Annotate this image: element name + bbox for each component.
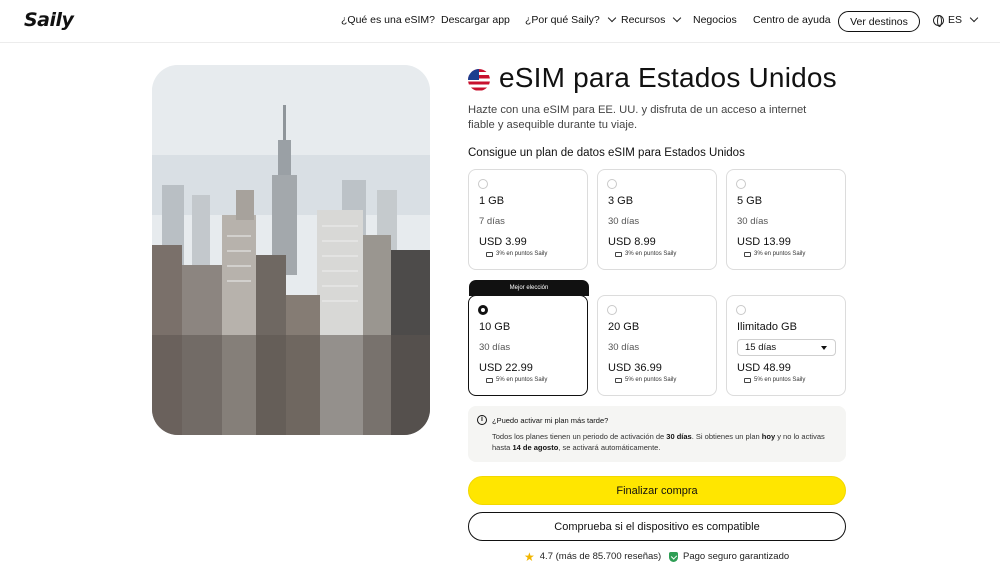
chevron-down-icon xyxy=(969,13,979,23)
chevron-down-icon xyxy=(607,13,616,23)
plan-card-10gb[interactable]: Mejor elección 10 GB 30 días USD 22.99 5… xyxy=(468,280,589,396)
nav-label: Negocios xyxy=(693,14,737,26)
page-title: eSIM para Estados Unidos xyxy=(499,62,837,93)
plan-points-label: 3% en puntos Saily xyxy=(496,251,548,257)
plan-radio[interactable] xyxy=(736,179,746,189)
shield-check-icon xyxy=(669,551,678,562)
plan-duration: 30 días xyxy=(479,342,511,353)
points-icon xyxy=(744,377,751,383)
nav-recursos[interactable]: Recursos xyxy=(621,13,682,26)
plan-points: 3% en puntos Saily xyxy=(615,251,676,257)
info-text: , se activará automáticamente. xyxy=(558,443,661,452)
info-bold: hoy xyxy=(761,432,776,441)
ver-destinos-button[interactable]: Ver destinos xyxy=(838,11,920,32)
duration-select[interactable]: 15 días xyxy=(737,339,836,356)
plan-card-unlimited[interactable]: Ilimitado GB 15 días USD 48.99 5% en pun… xyxy=(726,295,846,396)
nav-centro-ayuda[interactable]: Centro de ayuda xyxy=(753,14,831,26)
points-icon xyxy=(615,251,622,257)
plan-radio[interactable] xyxy=(607,305,617,315)
saily-logo[interactable]: Saily xyxy=(24,9,74,31)
page-subtitle: Hazte con una eSIM para EE. UU. y disfru… xyxy=(468,104,807,131)
language-label: ES xyxy=(948,14,963,26)
nav-por-que-saily[interactable]: ¿Por qué Saily? xyxy=(525,13,616,26)
plan-data-amount: 10 GB xyxy=(479,321,511,333)
points-icon xyxy=(744,251,751,257)
site-header: Saily ¿Qué es una eSIM? Descargar app ¿P… xyxy=(0,0,1000,43)
plan-data-amount: 20 GB xyxy=(608,321,640,333)
nav-que-es-esim[interactable]: ¿Qué es una eSIM? xyxy=(341,14,435,26)
finalizar-compra-button[interactable]: Finalizar compra xyxy=(468,476,846,505)
check-compatibility-button[interactable]: Comprueba si el dispositivo es compatibl… xyxy=(468,512,846,541)
info-question: ¿Puedo activar mi plan más tarde? xyxy=(492,416,609,425)
star-icon: ★ xyxy=(524,549,535,564)
info-icon: i xyxy=(477,415,487,425)
plan-data-amount: 5 GB xyxy=(737,195,763,207)
nav-label: Descargar app xyxy=(441,14,510,26)
plan-duration: 30 días xyxy=(608,216,640,227)
nav-negocios[interactable]: Negocios xyxy=(693,14,737,26)
plan-radio[interactable] xyxy=(736,305,746,315)
info-bold: 14 de agosto xyxy=(512,443,559,452)
plan-points-label: 5% en puntos Saily xyxy=(625,377,677,383)
plan-points: 3% en puntos Saily xyxy=(744,251,805,257)
plan-duration: 30 días xyxy=(737,216,769,227)
language-selector[interactable]: ES xyxy=(933,13,979,27)
points-icon xyxy=(486,251,493,257)
plans-section-title: Consigue un plan de datos eSIM para Esta… xyxy=(468,147,745,159)
plan-price: USD 36.99 xyxy=(608,362,662,374)
skyline-illustration xyxy=(152,65,430,435)
plan-points-label: 3% en puntos Saily xyxy=(754,251,806,257)
best-choice-badge: Mejor elección xyxy=(469,280,589,296)
rating: ★ 4.7 (más de 85.700 reseñas) xyxy=(524,549,662,564)
plan-points: 3% en puntos Saily xyxy=(486,251,547,257)
plan-price: USD 22.99 xyxy=(479,362,533,374)
plan-points: 5% en puntos Saily xyxy=(486,377,547,383)
info-body: Todos los planes tienen un periodo de ac… xyxy=(492,431,832,453)
info-text: . Si obtienes un plan xyxy=(691,432,762,441)
info-text: Todos los planes tienen un periodo de ac… xyxy=(492,432,667,441)
secure-payment-text: Pago seguro garantizado xyxy=(683,551,790,562)
globe-icon xyxy=(933,14,944,27)
us-flag-icon xyxy=(468,69,490,91)
nav-descargar-app[interactable]: Descargar app xyxy=(441,14,510,26)
info-bold: 30 días xyxy=(666,432,692,441)
points-icon xyxy=(615,377,622,383)
plan-price: USD 3.99 xyxy=(479,236,527,248)
rating-text: 4.7 (más de 85.700 reseñas) xyxy=(539,551,662,562)
dropdown-arrow-icon xyxy=(821,346,827,350)
plan-card-3gb[interactable]: 3 GB 30 días USD 8.99 3% en puntos Saily xyxy=(597,169,717,270)
nav-label: ¿Por qué Saily? xyxy=(525,14,600,26)
plan-price: USD 13.99 xyxy=(737,236,791,248)
plan-data-amount: Ilimitado GB xyxy=(737,321,797,333)
plan-card-20gb[interactable]: 20 GB 30 días USD 36.99 5% en puntos Sai… xyxy=(597,295,717,396)
plan-points: 5% en puntos Saily xyxy=(744,377,805,383)
plan-radio[interactable] xyxy=(478,305,488,315)
plan-price: USD 48.99 xyxy=(737,362,791,374)
plan-duration: 30 días xyxy=(608,342,640,353)
plan-card-1gb[interactable]: 1 GB 7 días USD 3.99 3% en puntos Saily xyxy=(468,169,588,270)
plan-card-5gb[interactable]: 5 GB 30 días USD 13.99 3% en puntos Sail… xyxy=(726,169,846,270)
plan-duration: 7 días xyxy=(479,216,505,227)
plan-data-amount: 1 GB xyxy=(479,195,505,207)
plan-radio[interactable] xyxy=(478,179,488,189)
duration-select-value: 15 días xyxy=(745,342,777,353)
plan-radio[interactable] xyxy=(607,179,617,189)
nav-label: Centro de ayuda xyxy=(753,14,831,26)
secure-payment: Pago seguro garantizado xyxy=(669,551,789,562)
chevron-down-icon xyxy=(673,13,682,23)
points-icon xyxy=(486,377,493,383)
plan-points-label: 5% en puntos Saily xyxy=(754,377,806,383)
plan-points-label: 3% en puntos Saily xyxy=(625,251,677,257)
city-skyline-image xyxy=(152,65,430,435)
activation-info-box: i ¿Puedo activar mi plan más tarde? Todo… xyxy=(468,406,846,462)
nav-label: Recursos xyxy=(621,14,666,26)
plan-price: USD 8.99 xyxy=(608,236,656,248)
plan-points: 5% en puntos Saily xyxy=(615,377,676,383)
plan-data-amount: 3 GB xyxy=(608,195,634,207)
nav-label: ¿Qué es una eSIM? xyxy=(341,14,435,26)
plan-points-label: 5% en puntos Saily xyxy=(496,377,548,383)
